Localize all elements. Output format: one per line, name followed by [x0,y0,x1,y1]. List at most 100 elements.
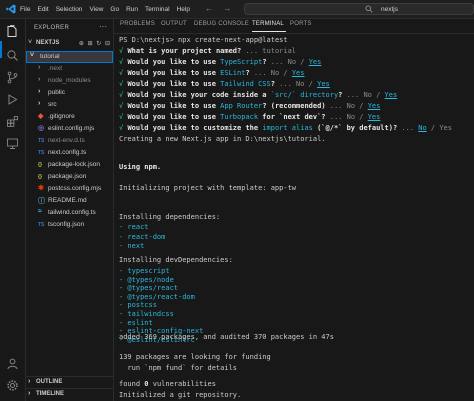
chevron-down-icon: ˅ [28,39,33,46]
funding-hint-line: run `npm fund` for details [119,364,237,372]
selected-answer: Yes [317,79,330,88]
project-header[interactable]: ˅ NEXTJS ⊕ ⊞ ↻ ⊟ [26,39,113,50]
command-center[interactable]: nextjs [244,3,474,15]
question-text: Would you like to use [127,57,221,66]
menu-edit[interactable]: Edit [37,6,48,13]
devdep-item: - tailwindcss [119,310,174,318]
panel-tabs: PROBLEMS OUTPUT DEBUG CONSOLE TERMINAL P… [114,19,474,34]
tab-ports[interactable]: PORTS [290,21,312,27]
answer-text: ... tutorial [241,46,297,55]
outline-label: OUTLINE [36,378,63,385]
file-row[interactable]: TS next.config.ts [26,147,113,159]
explorer-tool-icons[interactable]: ⊕ ⊞ ↻ ⊟ [79,40,111,47]
active-tab-underline [252,31,286,32]
activity-bar [0,19,26,401]
menu-view[interactable]: View [89,6,103,13]
selected-answer: Yes [291,68,305,77]
setup-question-line: √ Would you like to use Tailwind CSS? ..… [119,80,330,88]
file-row[interactable]: › .next [26,63,113,75]
tree-item-label: next-env.d.ts [48,137,85,144]
menu-terminal[interactable]: Terminal [145,6,170,13]
found-suffix: vulnerabilities [148,380,216,388]
nav-arrows[interactable]: ← → [205,4,235,13]
chevron-right-icon: › [28,378,31,385]
file-row[interactable]: TS next-env.d.ts [26,135,113,147]
setup-question-line: √ Would you like to customize the import… [119,124,452,132]
file-row[interactable]: › node_modules [26,75,113,87]
menu-file[interactable]: File [20,6,30,13]
vscode-logo-icon [6,4,16,14]
outline-section[interactable]: › OUTLINE [26,376,113,387]
tab-output[interactable]: OUTPUT [161,21,187,27]
file-type-icon: ≈ [38,208,42,215]
question-text: Would you like to customize the [127,123,263,132]
tab-problems[interactable]: PROBLEMS [120,21,155,27]
file-row[interactable]: ◎ eslint.config.mjs [26,123,113,135]
devdep-item: - @types/node [119,275,174,284]
tree-item-label: package.json [48,173,87,180]
source-control-icon[interactable] [6,71,19,84]
file-row[interactable]: ✱ postcss.config.mjs [26,183,113,195]
file-row[interactable]: › public [26,87,113,99]
menu-run[interactable]: Run [126,6,138,13]
file-row[interactable]: {} package-lock.json [26,159,113,171]
question-text: Would you like to use [127,68,221,77]
question-highlight: Turbopack [220,112,259,121]
vulnerabilities-line: found 0 vulnerabilities [119,380,216,388]
timeline-section[interactable]: › TIMELINE [26,388,113,399]
check-icon: √ [119,112,124,121]
project-name: NEXTJS [36,40,60,46]
git-text: Initialized a git repository. [119,391,242,399]
terminal-panel: PROBLEMS OUTPUT DEBUG CONSOLE TERMINAL P… [114,19,474,401]
question-text: (`@/*` by default)? [312,123,398,132]
setup-question-line: √ Would you like to use App Router? (rec… [119,102,380,110]
question-text: Would you like to use [127,101,221,110]
answer-text: ... No / [274,79,318,88]
menu-selection[interactable]: Selection [56,6,83,13]
file-row[interactable]: ◆ .gitignore [26,111,113,123]
gear-icon[interactable] [6,379,19,392]
found-prefix: found [119,380,145,388]
selected-answer: Yes [367,101,381,110]
account-icon[interactable] [6,357,19,370]
search-icon[interactable] [6,49,19,62]
menu-go[interactable]: Go [110,6,119,13]
check-icon: √ [119,46,124,55]
answer-text: ... No / [325,101,368,110]
explorer-icon[interactable] [6,25,19,38]
devdep-item: - @types/react [119,284,179,293]
file-row[interactable]: {} package.json [26,171,113,183]
prompt-line: PS D:\nextjs> npx create-next-app@latest [119,36,288,44]
tree-item-label: tsconfig.json [48,221,85,228]
tree-item-label: eslint.config.mjs [48,125,95,132]
extensions-icon[interactable] [6,115,19,128]
menu-help[interactable]: Help [177,6,190,13]
tree-item-label: .next [48,65,63,72]
question-highlight: import alias [262,123,313,132]
folder-row[interactable]: ˅ tutorial [26,51,113,63]
file-row[interactable]: TS tsconfig.json [26,219,113,231]
more-actions-icon[interactable]: ··· [99,22,107,31]
question-text: What is your project named? [127,46,242,55]
remote-explorer-icon[interactable] [6,137,19,150]
tab-terminal[interactable]: TERMINAL [252,21,284,27]
explorer-sidebar: EXPLORER ··· ˅ NEXTJS ⊕ ⊞ ↻ ⊟ ˅ tutorial ›… [26,19,114,401]
menu-bar: File Edit Selection View Go Run Terminal… [20,0,197,18]
file-type-icon: ◆ [38,113,44,120]
selected-answer: Yes [308,57,322,66]
run-debug-icon[interactable] [6,93,19,106]
tab-debug-console[interactable]: DEBUG CONSOLE [194,21,249,27]
setup-question-line: √ Would you like to use ESLint? ... No /… [119,69,304,77]
terminal-output[interactable]: PS D:\nextjs> npx create-next-app@latest… [119,36,471,401]
title-bar: File Edit Selection View Go Run Terminal… [0,0,474,19]
answer-text: ... [397,123,419,132]
file-row[interactable]: › src [26,99,113,111]
check-icon: √ [119,90,124,99]
answer-text: / Yes [426,123,452,132]
file-row[interactable]: ≈ tailwind.config.ts [26,207,113,219]
file-row[interactable]: ⓘ README.md [26,195,113,207]
tree-item-label: tailwind.config.ts [48,209,96,216]
check-icon: √ [119,57,124,66]
chevron-right-icon: › [38,88,41,95]
file-type-icon: TS [38,138,45,144]
